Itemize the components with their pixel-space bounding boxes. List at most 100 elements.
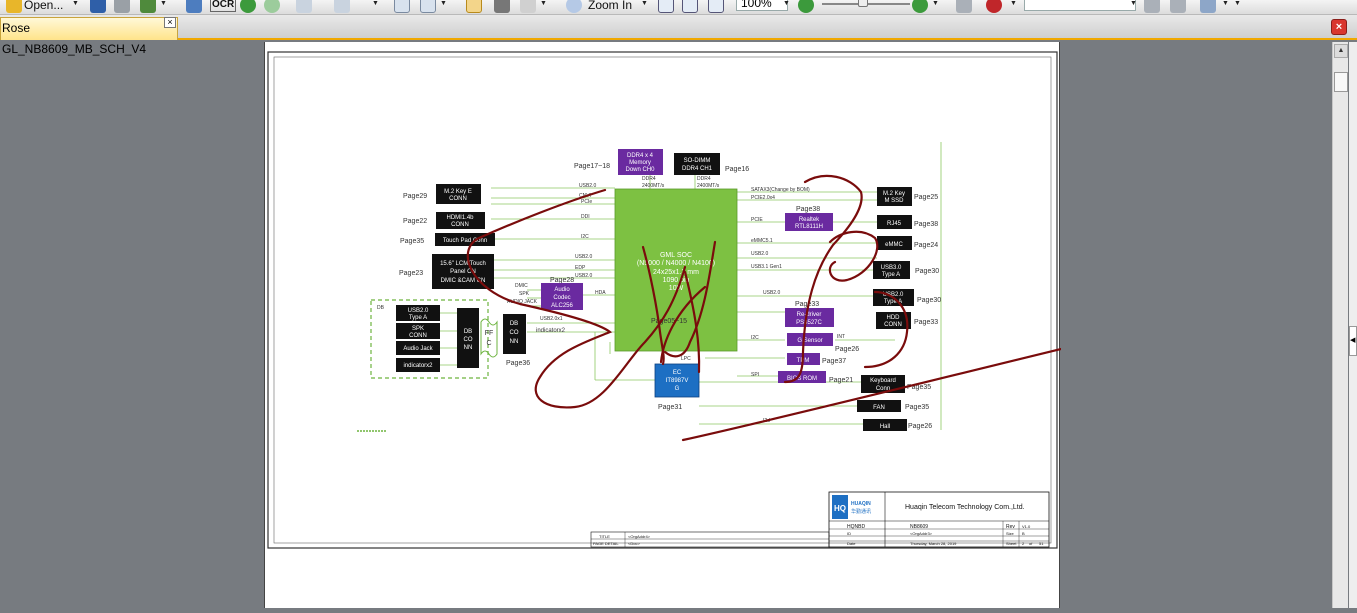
svg-text:C: C — [486, 340, 491, 347]
svg-text:DMIC: DMIC — [515, 283, 528, 289]
close-window-icon[interactable]: × — [1331, 19, 1347, 35]
zoom-in-dropdown-icon[interactable]: ▼ — [932, 0, 939, 7]
ec-block: EC IT8987V G — [654, 363, 700, 398]
redo-dropdown-icon[interactable]: ▼ — [372, 0, 379, 7]
svg-text:HUAQIN: HUAQIN — [851, 501, 871, 507]
acrobat-dropdown-icon[interactable]: ▼ — [1010, 0, 1017, 7]
zoom-slider-thumb[interactable] — [858, 0, 868, 7]
actual-size-icon[interactable] — [658, 0, 674, 13]
folder-icon[interactable] — [6, 0, 22, 13]
svg-text:GML SOC: GML SOC — [660, 252, 692, 259]
fit-width-icon[interactable] — [708, 0, 724, 13]
rj45-block: RJ45 — [877, 215, 912, 229]
signal-label: 2400MT/s — [697, 183, 720, 189]
svg-text:CO: CO — [510, 330, 519, 336]
svg-text:INT: INT — [837, 334, 845, 340]
svg-text:I2C: I2C — [751, 335, 759, 341]
paste-page-icon[interactable] — [420, 0, 436, 13]
find-next-icon[interactable] — [1170, 0, 1186, 13]
side-panel-strip — [1349, 42, 1357, 608]
side-panel-toggle-icon[interactable]: ◀ — [1349, 326, 1357, 356]
zoom-icon[interactable] — [566, 0, 582, 13]
scan-icon[interactable] — [186, 0, 202, 13]
link-tool-icon[interactable] — [956, 0, 972, 13]
select-tool-icon[interactable] — [520, 0, 536, 13]
package-dropdown-icon[interactable]: ▼ — [160, 0, 167, 7]
emmc-block: eMMC — [877, 236, 912, 250]
svg-text:15.6" LCM/Touch: 15.6" LCM/Touch — [440, 261, 486, 267]
svg-text:eMMC: eMMC — [885, 242, 903, 248]
page-ref: Page16 — [725, 166, 749, 173]
tab-document[interactable]: Rose GL_NB8609_MB_SCH_V4 × — [0, 17, 178, 56]
toolbar-overflow-icon[interactable]: ▼ — [1234, 0, 1241, 7]
page-ref: Page35 — [905, 404, 929, 411]
tab-close-icon[interactable]: × — [164, 17, 176, 28]
svg-text:DB: DB — [464, 329, 472, 335]
undo-icon[interactable] — [296, 0, 312, 13]
svg-text:<Doc>: <Doc> — [628, 541, 640, 546]
svg-text:2: 2 — [1022, 541, 1025, 546]
document-tab-bar: Rose GL_NB8609_MB_SCH_V4 × × — [0, 15, 1357, 56]
fan-block: FAN — [857, 400, 901, 412]
acrobat-icon[interactable] — [986, 0, 1002, 13]
redo-icon[interactable] — [334, 0, 350, 13]
svg-text:Rev: Rev — [1006, 524, 1015, 530]
svg-text:TITLE: TITLE — [599, 534, 610, 539]
scroll-up-icon[interactable]: ▲ — [1334, 44, 1348, 58]
snapshot-icon[interactable] — [494, 0, 510, 13]
svg-text:of: of — [1029, 541, 1033, 546]
scrollbar-thumb[interactable] — [1334, 72, 1348, 92]
svg-text:Memory: Memory — [629, 160, 651, 166]
zoom-out-icon[interactable] — [798, 0, 814, 13]
svg-text:USB2.0: USB2.0 — [763, 290, 780, 296]
hand-tool-icon[interactable] — [466, 0, 482, 13]
open-button[interactable]: Open... — [24, 0, 63, 14]
svg-text:HQ: HQ — [834, 504, 846, 513]
svg-text:PCIE2.0x4: PCIE2.0x4 — [751, 195, 775, 201]
svg-text:USB2.0: USB2.0 — [575, 254, 592, 260]
page-dropdown-icon[interactable]: ▼ — [440, 0, 447, 7]
find-previous-icon[interactable] — [1144, 0, 1160, 13]
forward-icon[interactable] — [264, 0, 280, 13]
search-dropdown-icon[interactable]: ▼ — [1130, 0, 1137, 7]
page-ref: Page33 — [914, 319, 938, 326]
svg-text:G Sensor: G Sensor — [797, 338, 822, 344]
zoom-dropdown-icon[interactable]: ▼ — [641, 0, 648, 7]
highlight-dropdown-icon[interactable]: ▼ — [1222, 0, 1229, 7]
ddr4-memory-block: DDR4 x 4 Memory Down CH0 — [618, 149, 663, 175]
select-dropdown-icon[interactable]: ▼ — [540, 0, 547, 7]
tab-title: Rose GL_NB8609_MB_SCH_V4 — [2, 21, 147, 56]
svg-text:FF: FF — [485, 330, 494, 337]
zoom-in-icon[interactable] — [912, 0, 928, 13]
signal-label: 2400MT/s — [642, 183, 665, 189]
save-icon[interactable] — [90, 0, 106, 13]
document-page: DDR4 x 4 Memory Down CH0 Page17~18 SO-DI… — [264, 42, 1071, 608]
svg-text:Date: Date — [847, 541, 856, 546]
open-dropdown-icon[interactable]: ▼ — [72, 0, 79, 7]
page-ref: Page31 — [658, 404, 682, 411]
page-ref: Page26 — [835, 346, 859, 353]
highlight-tool-icon[interactable] — [1200, 0, 1216, 13]
zoom-level-dropdown-icon[interactable]: ▼ — [783, 0, 790, 7]
svg-text:PAGE DETAIL: PAGE DETAIL — [593, 541, 619, 546]
hdmi-block: HDMI1.4b CONN — [436, 212, 485, 229]
copy-page-icon[interactable] — [394, 0, 410, 13]
db-connector-block: DB CO NN — [503, 314, 526, 354]
svg-text:NN: NN — [510, 339, 519, 345]
zoom-in-button[interactable]: Zoom In — [588, 0, 632, 14]
ocr-button[interactable]: OCR — [210, 0, 237, 12]
svg-text:PCIE: PCIE — [751, 217, 763, 223]
svg-text:Thursday, March 28, 2019: Thursday, March 28, 2019 — [910, 541, 957, 546]
search-input[interactable] — [1024, 0, 1136, 11]
page-ref: Page38 — [914, 221, 938, 228]
back-icon[interactable] — [240, 0, 256, 13]
svg-text:NN: NN — [464, 345, 473, 351]
print-icon[interactable] — [114, 0, 130, 13]
zoom-level-input[interactable]: 100% — [736, 0, 788, 11]
fit-page-icon[interactable] — [682, 0, 698, 13]
svg-text:RJ45: RJ45 — [887, 221, 902, 227]
package-icon[interactable] — [140, 0, 156, 13]
svg-text:华勤通讯: 华勤通讯 — [851, 508, 871, 515]
page-ref: Page37 — [822, 358, 846, 365]
vertical-scrollbar[interactable]: ▲ — [1332, 42, 1348, 608]
